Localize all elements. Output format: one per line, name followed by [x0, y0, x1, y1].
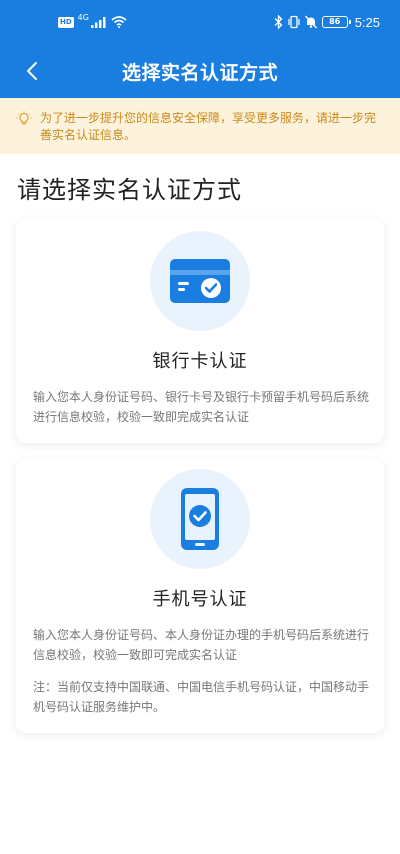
- battery-indicator: 86: [321, 16, 351, 28]
- status-left: HD 4G: [58, 14, 127, 30]
- hd-badge: HD: [58, 16, 74, 28]
- page-title: 选择实名认证方式: [121, 62, 278, 84]
- bluetooth-icon: [274, 15, 283, 29]
- status-time: 5:25: [354, 14, 380, 30]
- phone-auth-description: 输入您本人身份证号码、本人身份证办理的手机号码后系统进行信息校验，校验一致即可完…: [33, 628, 370, 662]
- bank-card-auth-description: 输入您本人身份证号码、银行卡号及银行卡预留手机号码后系统进行信息校验，校验一致即…: [33, 390, 370, 424]
- wifi-icon: [111, 16, 127, 28]
- mute-icon: [304, 15, 317, 29]
- icon-circle: [150, 469, 250, 569]
- phone-icon: [181, 488, 219, 550]
- lightbulb-icon: [16, 111, 32, 125]
- vibrate-icon: [288, 15, 300, 29]
- icon-circle: [150, 231, 250, 331]
- network-type-label: 4G: [77, 13, 89, 22]
- phone-auth-option[interactable]: 手机号认证 输入您本人身份证号码、本人身份证办理的手机号码后系统进行信息校验，校…: [16, 459, 384, 733]
- status-bar: HD 4G 86 5:25: [0, 0, 400, 44]
- signal-icon: [90, 17, 106, 28]
- bank-card-icon: [170, 259, 230, 303]
- title-bar: 选择实名认证方式: [0, 44, 400, 98]
- section-title: 请选择实名认证方式: [17, 176, 242, 204]
- notice-banner: 为了进一步提升您的信息安全保障，享受更多服务，请进一步完善实名认证信息。: [0, 98, 400, 154]
- phone-auth-title: 手机号认证: [152, 589, 248, 610]
- status-right: 86 5:25: [274, 13, 380, 31]
- notice-text: 为了进一步提升您的信息安全保障，享受更多服务，请进一步完善实名认证信息。: [40, 111, 377, 142]
- phone-auth-note: 注：当前仅支持中国联通、中国电信手机号码认证，中国移动手机号码认证服务维护中。: [33, 680, 370, 714]
- bank-card-auth-option[interactable]: 银行卡认证 输入您本人身份证号码、银行卡号及银行卡预留手机号码后系统进行信息校验…: [16, 219, 384, 443]
- bank-card-auth-title: 银行卡认证: [152, 351, 248, 372]
